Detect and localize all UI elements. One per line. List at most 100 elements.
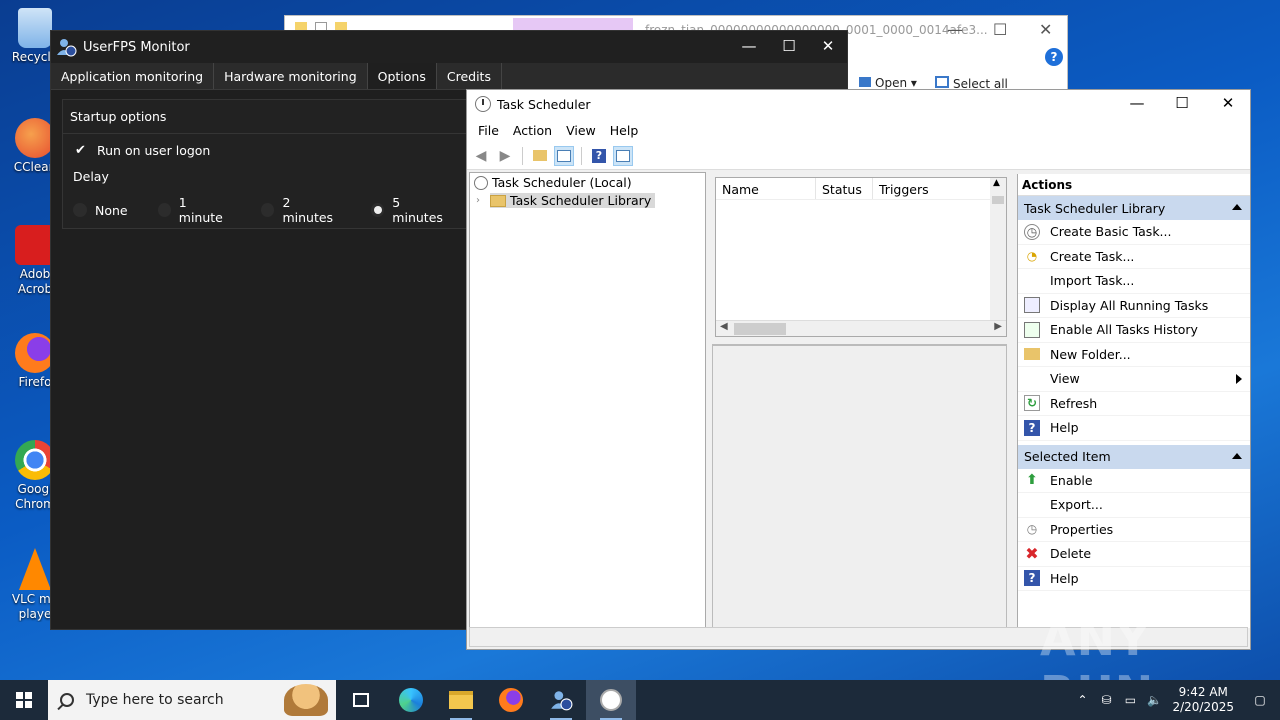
startup-options-panel: Startup options ✔ Run on user logon Dela… — [62, 99, 482, 229]
show-hide-tree-icon[interactable] — [554, 145, 574, 166]
action-create-task[interactable]: ◔ Create Task... — [1018, 245, 1250, 269]
action-export[interactable]: Export... — [1018, 493, 1250, 518]
action-view[interactable]: View — [1018, 367, 1250, 392]
scroll-right-icon[interactable]: ▶ — [994, 321, 1002, 332]
task-scheduler-window[interactable]: Task Scheduler — ☐ ✕ File Action View He… — [466, 89, 1251, 650]
toolbar-separator — [522, 146, 523, 165]
task-view-button[interactable] — [336, 680, 386, 720]
search-icon — [60, 693, 74, 707]
start-button[interactable] — [0, 680, 48, 720]
collapse-icon[interactable] — [1232, 452, 1242, 459]
usb-device-icon[interactable]: ⛁ — [1094, 693, 1118, 707]
tab-hardware-monitoring[interactable]: Hardware monitoring — [214, 63, 368, 89]
action-label: New Folder... — [1050, 346, 1131, 362]
forward-icon[interactable]: ▶ — [495, 146, 515, 166]
minimize-button[interactable]: — — [1125, 94, 1149, 112]
action-label: Create Basic Task... — [1050, 224, 1172, 240]
search-placeholder: Type here to search — [86, 692, 224, 708]
windows-logo-icon — [16, 692, 32, 708]
column-header-status[interactable]: Status — [816, 178, 873, 199]
delay-option-none[interactable]: None — [73, 195, 128, 225]
maximize-button[interactable]: ☐ — [993, 20, 1007, 39]
close-button[interactable]: ✕ — [818, 37, 838, 55]
tree-node-task-scheduler-library[interactable]: Task Scheduler Library — [490, 193, 656, 208]
help-icon[interactable]: ? — [589, 146, 609, 166]
delay-option-5-minutes[interactable]: 5 minutes — [371, 195, 451, 225]
actions-group-selected-item[interactable]: Selected Item — [1018, 444, 1250, 469]
horizontal-scrollbar[interactable]: ◀ ▶ — [716, 320, 1006, 336]
notification-center-icon[interactable]: ▢ — [1248, 693, 1272, 707]
scroll-left-icon[interactable]: ◀ — [720, 321, 728, 332]
firefox-icon — [499, 688, 523, 712]
radio-dot — [73, 203, 87, 217]
network-icon[interactable]: ▭ — [1118, 693, 1142, 707]
action-delete[interactable]: ✖ Delete — [1018, 542, 1250, 567]
taskbar-edge[interactable] — [386, 680, 436, 720]
menu-help[interactable]: Help — [603, 123, 646, 138]
checkmark-icon: ✔ — [75, 142, 86, 158]
minimize-button[interactable]: — — [947, 20, 963, 39]
run-on-logon-checkbox[interactable]: ✔ Run on user logon — [75, 143, 210, 158]
tab-application-monitoring[interactable]: Application monitoring — [51, 63, 215, 89]
action-refresh[interactable]: ↻ Refresh — [1018, 392, 1250, 416]
task-scheduler-icon — [475, 96, 491, 112]
tab-options[interactable]: Options — [367, 63, 437, 89]
delay-option-2-minutes[interactable]: 2 minutes — [261, 195, 341, 225]
menu-file[interactable]: File — [471, 123, 506, 138]
column-header-name[interactable]: Name — [716, 178, 816, 199]
action-create-basic-task[interactable]: ◷ Create Basic Task... — [1018, 220, 1250, 245]
taskbar-file-explorer[interactable] — [436, 680, 486, 720]
action-label: Import Task... — [1050, 273, 1135, 289]
firefox-icon — [15, 333, 55, 373]
scroll-up-icon[interactable]: ▲ — [993, 178, 1000, 188]
enable-arrow-icon: ⬆ — [1026, 472, 1038, 489]
system-clock[interactable]: 9:42 AM 2/20/2025 — [1172, 685, 1234, 715]
action-new-folder[interactable]: New Folder... — [1018, 343, 1250, 367]
back-icon[interactable]: ◀ — [471, 146, 491, 166]
delay-option-1-minute[interactable]: 1 minute — [157, 195, 232, 225]
action-help-selected[interactable]: ? Help — [1018, 567, 1250, 591]
task-view-icon — [353, 693, 369, 707]
taskbar-firefox[interactable] — [486, 680, 536, 720]
scroll-thumb[interactable] — [992, 196, 1004, 204]
action-help[interactable]: ? Help — [1018, 416, 1250, 441]
action-display-running-tasks[interactable]: Display All Running Tasks — [1018, 294, 1250, 318]
close-button[interactable]: ✕ — [1216, 94, 1240, 112]
taskbar-userfps[interactable] — [536, 680, 586, 720]
taskbar-task-scheduler[interactable] — [586, 680, 636, 720]
clock-time: 9:42 AM — [1178, 685, 1228, 699]
volume-icon[interactable]: 🔈 — [1142, 693, 1166, 707]
maximize-button[interactable]: ☐ — [1170, 94, 1194, 112]
action-properties[interactable]: ◷ Properties — [1018, 518, 1250, 542]
title-bar[interactable]: Task Scheduler — ☐ ✕ — [467, 90, 1250, 118]
up-folder-icon[interactable] — [530, 146, 550, 166]
open-icon — [859, 77, 871, 87]
help-icon[interactable]: ? — [1045, 48, 1063, 66]
action-label: Export... — [1050, 497, 1103, 513]
title-bar[interactable]: UserFPS Monitor — ☐ ✕ — [51, 31, 847, 63]
tree-expand-chevron[interactable]: › — [476, 195, 480, 206]
toolbar-separator — [581, 146, 582, 165]
vertical-scrollbar[interactable]: ▲ — [990, 178, 1006, 320]
radio-label: 1 minute — [178, 195, 223, 225]
maximize-button[interactable]: ☐ — [779, 37, 799, 55]
collapse-icon[interactable] — [1232, 204, 1242, 210]
taskbar-search-box[interactable]: Type here to search — [48, 680, 336, 720]
minimize-button[interactable]: — — [739, 37, 759, 55]
actions-group-library[interactable]: Task Scheduler Library — [1018, 196, 1250, 220]
toolbar: ◀ ▶ ? — [467, 142, 1250, 170]
menu-view[interactable]: View — [559, 123, 603, 138]
scroll-thumb[interactable] — [734, 323, 786, 335]
show-hide-action-pane-icon[interactable] — [613, 145, 633, 166]
menu-action[interactable]: Action — [506, 123, 559, 138]
tab-credits[interactable]: Credits — [437, 63, 502, 89]
tree-node-task-scheduler-local[interactable]: Task Scheduler (Local) — [474, 175, 632, 190]
action-import-task[interactable]: Import Task... — [1018, 269, 1250, 294]
action-enable-tasks-history[interactable]: Enable All Tasks History — [1018, 318, 1250, 343]
action-enable[interactable]: ⬆ Enable — [1018, 469, 1250, 493]
show-hidden-icons-chevron[interactable]: ⌃ — [1070, 693, 1094, 707]
column-header-triggers[interactable]: Triggers — [873, 178, 983, 199]
radio-label: None — [95, 202, 128, 218]
close-button[interactable]: ✕ — [1039, 20, 1052, 39]
ribbon-open-button[interactable]: Open ▾ — [859, 76, 917, 90]
